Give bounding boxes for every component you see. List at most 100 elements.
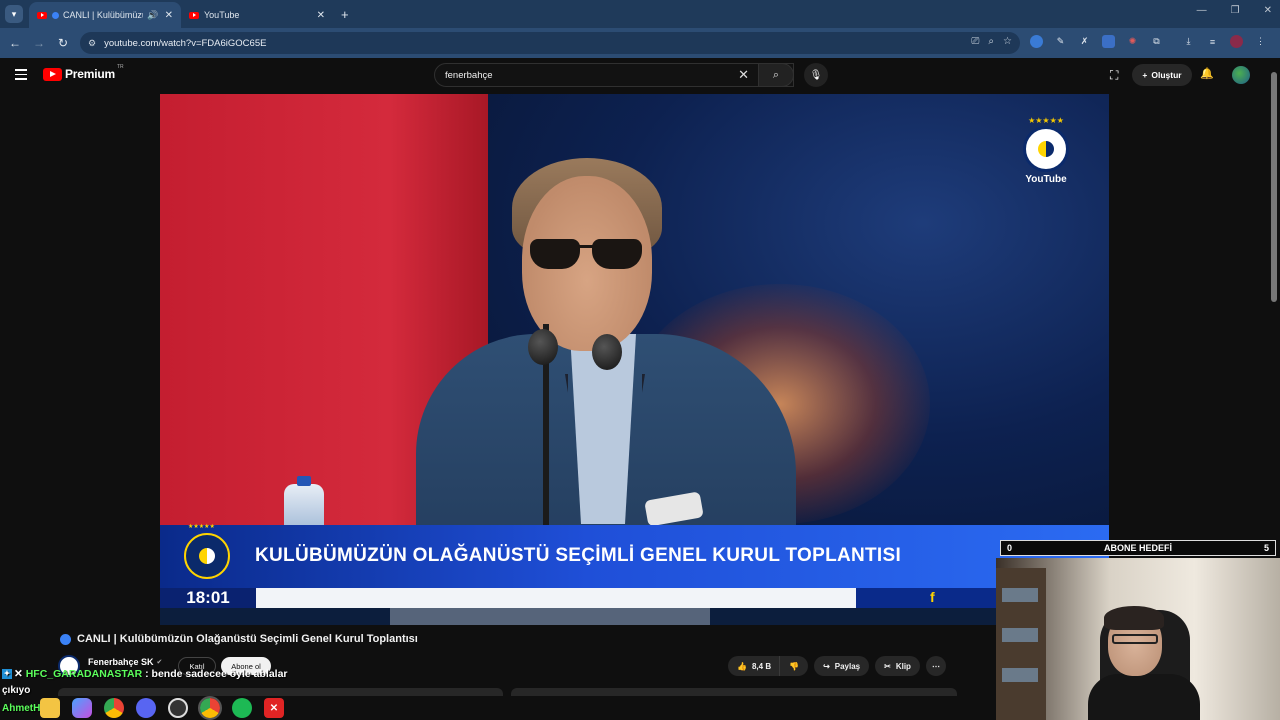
scrollbar-thumb[interactable] [1271, 72, 1277, 302]
club-crest-icon [1023, 126, 1069, 172]
goal-target: 5 [1263, 543, 1269, 553]
twitch-badge-icon: ✦ [2, 669, 12, 680]
reading-list-icon[interactable]: ≡ [1206, 35, 1219, 48]
subscriber-goal-bar: 0 ABONE HEDEFİ 5 [1000, 540, 1276, 556]
x-app-icon[interactable]: ✕ [264, 698, 284, 718]
share-icon: ↪ [823, 661, 830, 671]
tab-live-video[interactable]: CANLI | Kulübümüzün O 🔊 ✕ [29, 2, 181, 28]
clear-search-icon[interactable]: ✕ [738, 67, 749, 83]
bookmark-star-icon[interactable]: ☆ [1003, 36, 1012, 47]
live-chat-panel[interactable] [511, 688, 957, 696]
clip-label: Klip [895, 661, 911, 671]
live-dot-icon [52, 11, 59, 19]
zoom-icon[interactable]: ⌕ [988, 36, 994, 47]
lower-third-title: KULÜBÜMÜZÜN OLAĞANÜSTÜ SEÇİMLİ GENEL KUR… [255, 545, 902, 566]
chat-x-icon: ✕ [14, 668, 26, 680]
tab-search-button[interactable]: ▾ [5, 5, 23, 23]
verified-check-icon: ✔ [156, 658, 163, 666]
voice-search-button[interactable]: 🎙 [804, 63, 828, 87]
live-indicator-icon [60, 633, 71, 645]
reload-button[interactable]: ↻ [51, 36, 75, 50]
extension-icons: ✎ ✗ ✺ ⧉ ⤓ ≡ ⋮ [1030, 35, 1267, 48]
clip-button[interactable]: ✂ Klip [875, 656, 920, 676]
more-actions-button[interactable]: ⋯ [925, 656, 946, 676]
video-player[interactable]: ★★★★★ YouTube ★★★★★ KULÜBÜMÜZÜN OLAĞANÜS… [160, 94, 1109, 625]
file-explorer-icon[interactable] [40, 698, 60, 718]
youtube-favicon-icon [37, 11, 47, 19]
video-title: CANLI | Kulübümüzün Olağanüstü Seçimli G… [77, 633, 418, 645]
close-window-icon[interactable]: ✕ [1264, 5, 1272, 16]
account-avatar[interactable] [1232, 66, 1250, 84]
guide-menu-icon[interactable] [15, 69, 27, 80]
close-tab-icon[interactable]: ✕ [317, 10, 325, 21]
download-icon[interactable]: ⤓ [1182, 35, 1195, 48]
streamer-shirt [1088, 674, 1200, 720]
lower-third-banner: ★★★★★ KULÜBÜMÜZÜN OLAĞANÜSTÜ SEÇİMLİ GEN… [160, 524, 1109, 588]
chat-username: HFC_GARADANASTAR [25, 668, 143, 680]
video-actions: 👍 8,4 B 👎 ↪ Paylaş ✂ Klip ⋯ [728, 656, 946, 676]
extension-5-icon[interactable]: ✺ [1126, 35, 1139, 48]
browser-menu-icon[interactable]: ⋮ [1254, 35, 1267, 48]
podium-microphone-left [528, 329, 558, 365]
video-title-row: CANLI | Kulübümüzün Olağanüstü Seçimli G… [60, 633, 418, 645]
like-button[interactable]: 👍 8,4 B [728, 656, 780, 676]
share-button[interactable]: ↪ Paylaş [814, 656, 870, 676]
extension-3-icon[interactable]: ✗ [1078, 35, 1091, 48]
minimize-icon[interactable]: — [1197, 5, 1207, 16]
profile-avatar-icon[interactable] [1230, 35, 1243, 48]
extension-2-icon[interactable]: ✎ [1054, 35, 1067, 48]
restore-icon[interactable]: ❐ [1231, 5, 1240, 16]
youtube-logo[interactable]: Premium TR [43, 64, 124, 81]
stars-icon: ★★★★★ [188, 524, 215, 530]
address-bar[interactable]: ⚙ youtube.com/watch?v=FDA6iGOC65E ⎚ ⌕ ☆ [80, 32, 1020, 54]
obs-icon[interactable] [168, 698, 188, 718]
tab-title: YouTube [204, 10, 240, 20]
search-query: fenerbahçe [445, 69, 493, 81]
notifications-bell-icon[interactable]: 🔔 [1200, 67, 1214, 80]
search-input[interactable]: fenerbahçe ✕ [434, 63, 794, 87]
dislike-button[interactable]: 👎 [779, 656, 809, 676]
youtube-header: Premium TR fenerbahçe ✕ ⌕ 🎙 ⛶ + Oluştur … [0, 58, 1268, 92]
podium [390, 608, 710, 625]
chat-message-1: ✦ ✕ HFC_GARADANASTAR : bende sadecee öyle… [2, 668, 288, 680]
chrome-active-icon[interactable] [198, 696, 222, 720]
search-button[interactable]: ⌕ [758, 63, 794, 87]
tab-youtube[interactable]: YouTube ✕ [181, 2, 333, 28]
create-label: Oluştur [1151, 70, 1182, 80]
brand-text: Premium [65, 67, 115, 81]
install-app-icon[interactable]: ⎚ [971, 36, 979, 47]
more-dots-icon: ⋯ [931, 661, 940, 671]
new-tab-button[interactable]: + [341, 7, 349, 22]
discord-icon[interactable] [136, 698, 156, 718]
site-info-icon[interactable]: ⚙ [88, 38, 96, 49]
chrome-icon[interactable] [104, 698, 124, 718]
forward-button[interactable]: → [27, 36, 51, 50]
goal-current: 0 [1007, 543, 1013, 553]
description-panel[interactable] [58, 688, 503, 696]
back-button[interactable]: ← [3, 36, 27, 50]
share-label: Paylaş [834, 661, 861, 671]
thumbs-up-icon: 👍 [737, 661, 747, 671]
channel-watermark: ★★★★★ YouTube [1018, 116, 1074, 196]
search-icon: ⌕ [772, 68, 780, 81]
tab-title: CANLI | Kulübümüzün O [63, 10, 143, 20]
extensions-puzzle-icon[interactable]: ⧉ [1150, 35, 1163, 48]
channel-name[interactable]: Fenerbahçe SK [88, 657, 154, 667]
background-shelf [996, 568, 1046, 720]
news-ticker: 18:01 f [160, 588, 1109, 608]
taskbar: ✕ [40, 696, 284, 720]
extension-1-icon[interactable] [1030, 35, 1043, 48]
streamer-webcam [996, 558, 1280, 720]
translate-extension-icon[interactable] [1102, 35, 1115, 48]
youtube-favicon-icon [189, 11, 199, 19]
spotify-icon[interactable] [232, 698, 252, 718]
cast-icon[interactable]: ⛶ [1110, 68, 1118, 83]
streamer-glasses [1112, 634, 1158, 644]
speaker-sunglasses [530, 239, 644, 269]
close-tab-icon[interactable]: ✕ [165, 10, 173, 21]
create-button[interactable]: + Oluştur [1132, 64, 1192, 86]
speaker-icon[interactable]: 🔊 [147, 10, 158, 21]
club-crest-icon [184, 533, 230, 579]
copilot-icon[interactable] [72, 698, 92, 718]
country-code: TR [116, 64, 124, 70]
